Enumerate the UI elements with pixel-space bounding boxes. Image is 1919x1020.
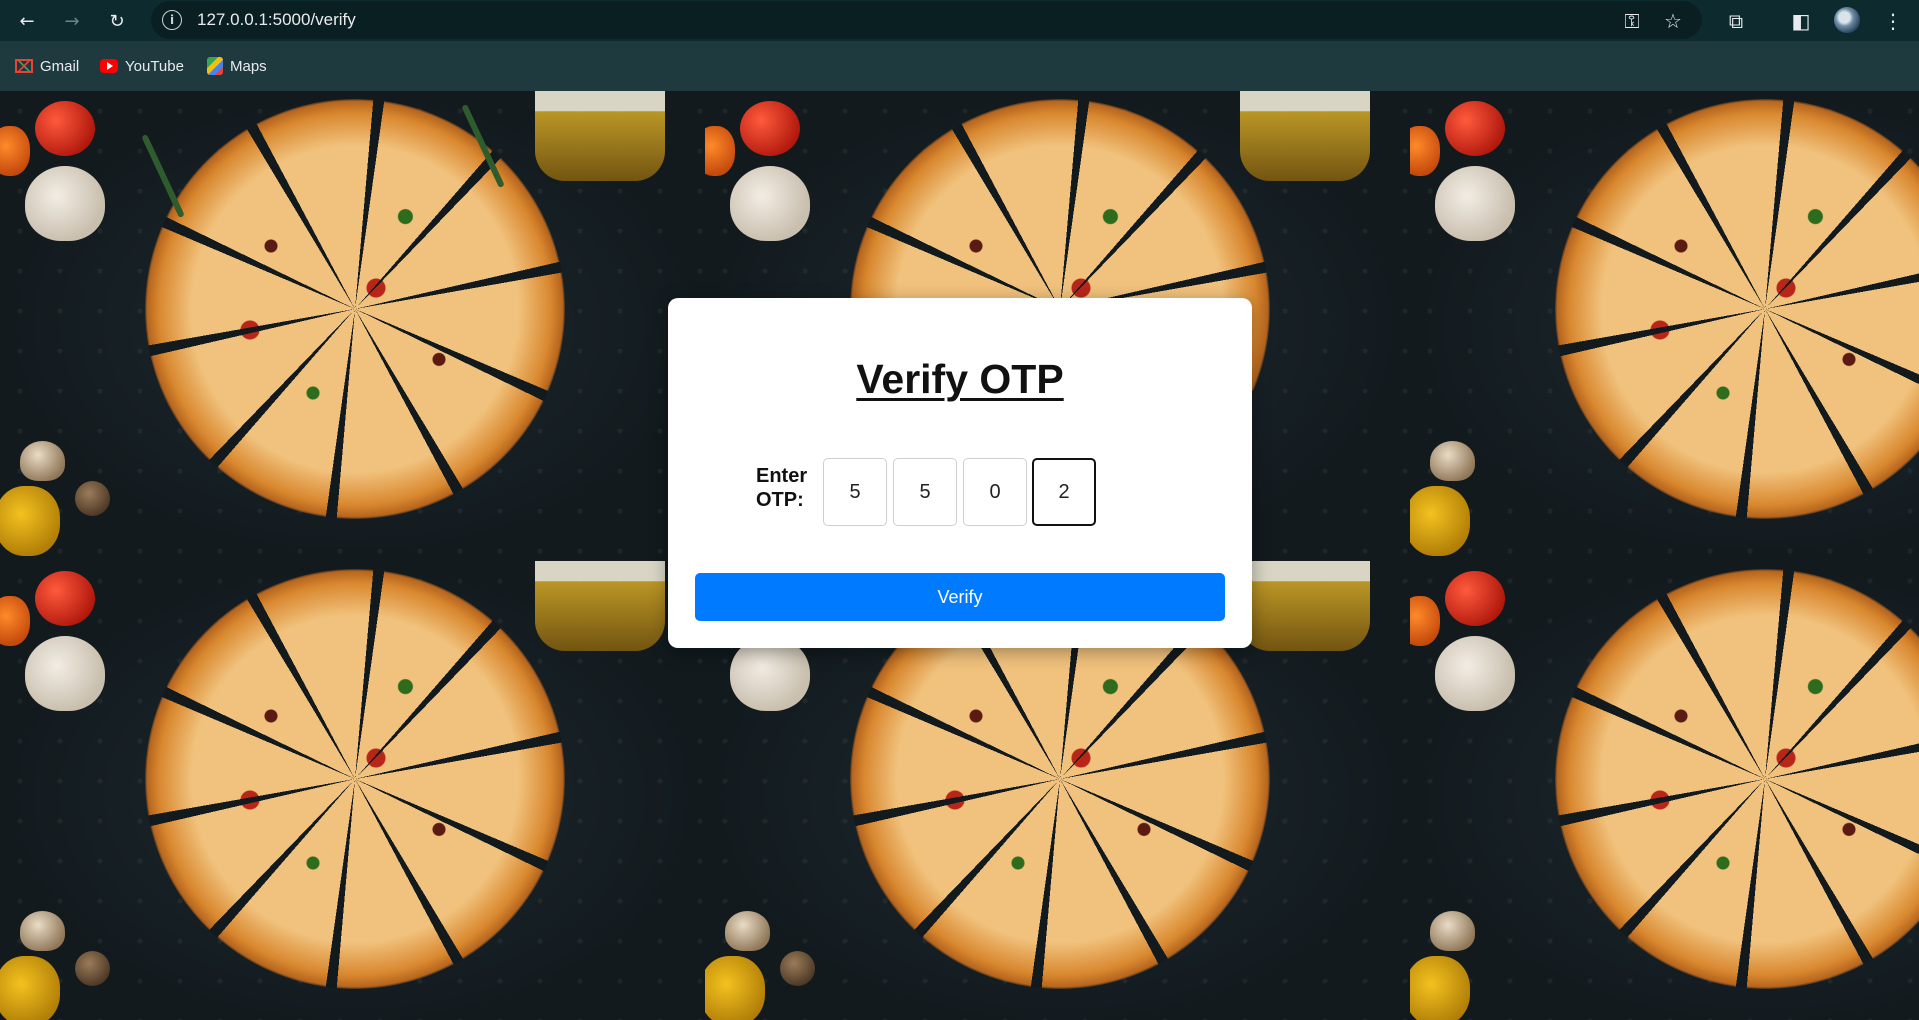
pepper-image [705, 126, 735, 176]
bookmark-youtube[interactable]: YouTube [100, 56, 184, 76]
pepper-image [0, 956, 60, 1020]
bookmark-gmail[interactable]: Gmail [15, 56, 79, 76]
pizza-image [145, 99, 565, 519]
mushroom-image [1430, 911, 1475, 951]
beer-mug-image [1240, 91, 1370, 181]
forward-icon[interactable]: → [59, 8, 85, 34]
beer-mug-image [535, 91, 665, 181]
password-key-icon[interactable]: ⚿ [1619, 8, 1645, 34]
browser-toolbar: ← → ↻ i 127.0.0.1:5000/verify ⚿ ☆ ⧉ ◧ ⋮ [0, 0, 1919, 41]
background-tile [1410, 91, 1919, 561]
pizza-image [1555, 99, 1919, 519]
background-tile [0, 91, 705, 561]
youtube-icon [100, 59, 118, 73]
tomato-image [35, 571, 95, 626]
pepper-image [0, 126, 30, 176]
pepper-image [1410, 956, 1470, 1020]
bookmark-label: Gmail [40, 57, 80, 75]
mushroom-image [75, 481, 110, 516]
pepper-image [0, 486, 60, 556]
gmail-icon [15, 59, 33, 73]
address-url[interactable]: 127.0.0.1:5000/verify [197, 10, 356, 30]
tomato-image [1445, 571, 1505, 626]
garlic-image [730, 166, 810, 241]
otp-digit-1[interactable]: 5 [823, 458, 887, 526]
pepper-image [705, 956, 765, 1020]
otp-digit-2[interactable]: 5 [893, 458, 957, 526]
garlic-image [25, 166, 105, 241]
menu-kebab-icon[interactable]: ⋮ [1880, 8, 1906, 34]
reload-icon[interactable]: ↻ [104, 8, 130, 34]
herb-image [141, 133, 185, 219]
otp-digit-3[interactable]: 0 [963, 458, 1027, 526]
mushroom-image [20, 441, 65, 481]
mushroom-image [725, 911, 770, 951]
profile-avatar[interactable] [1834, 7, 1860, 33]
beer-mug-image [1240, 561, 1370, 651]
garlic-image [1435, 166, 1515, 241]
otp-label: Enter OTP: [756, 465, 808, 511]
bookmark-star-icon[interactable]: ☆ [1660, 8, 1686, 34]
mushroom-image [780, 951, 815, 986]
pepper-image [1410, 596, 1440, 646]
bookmark-label: YouTube [125, 57, 184, 75]
address-bar[interactable] [151, 1, 1702, 39]
tomato-image [740, 101, 800, 156]
mushroom-image [1430, 441, 1475, 481]
tomato-image [35, 101, 95, 156]
bookmarks-bar: Gmail YouTube Maps [0, 41, 1919, 91]
pepper-image [1410, 126, 1440, 176]
pizza-image [1555, 569, 1919, 989]
otp-digit-4[interactable]: 2 [1032, 458, 1096, 526]
bookmark-maps[interactable]: Maps [207, 56, 267, 76]
mushroom-image [75, 951, 110, 986]
back-icon[interactable]: ← [14, 8, 40, 34]
page-title: Verify OTP [856, 356, 1064, 402]
garlic-image [1435, 636, 1515, 711]
pizza-image [145, 569, 565, 989]
side-panel-icon[interactable]: ◧ [1788, 8, 1814, 34]
mushroom-image [20, 911, 65, 951]
site-info-icon[interactable]: i [162, 10, 182, 30]
verify-otp-card: Verify OTP Enter OTP: 5 5 0 2 Verify [668, 298, 1252, 648]
background-tile [1410, 561, 1919, 1020]
pepper-image [1410, 486, 1470, 556]
pepper-image [0, 596, 30, 646]
extensions-icon[interactable]: ⧉ [1723, 8, 1749, 34]
bookmark-label: Maps [230, 57, 267, 75]
background-tile [0, 561, 705, 1020]
garlic-image [25, 636, 105, 711]
page-background: Verify OTP Enter OTP: 5 5 0 2 Verify [0, 91, 1919, 1020]
maps-icon [207, 57, 223, 75]
verify-button[interactable]: Verify [695, 573, 1225, 621]
beer-mug-image [535, 561, 665, 651]
tomato-image [1445, 101, 1505, 156]
